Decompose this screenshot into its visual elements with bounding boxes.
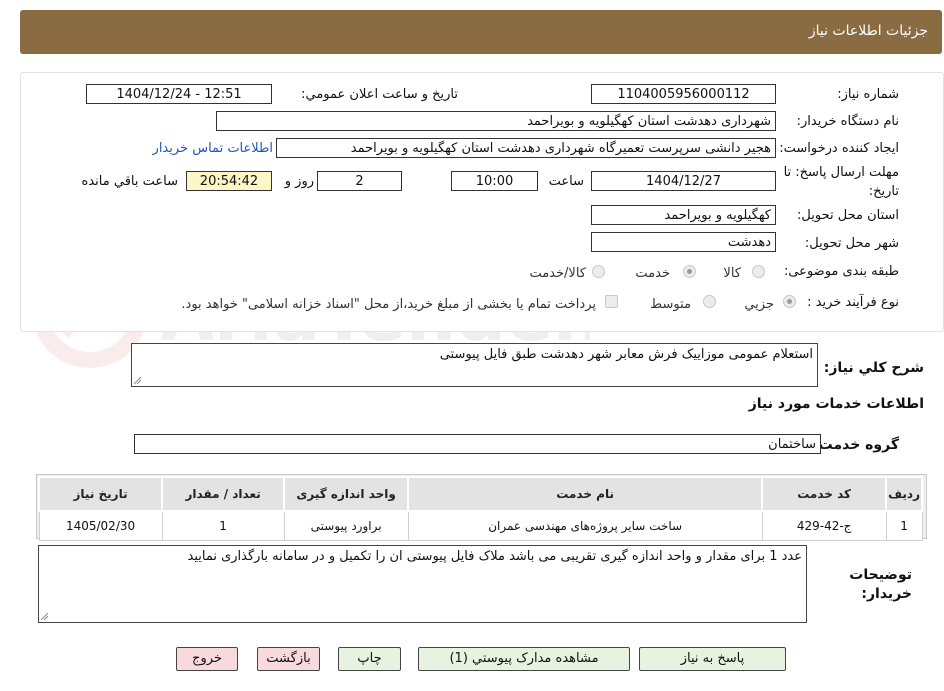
deadline-time-field: 10:00: [451, 171, 538, 191]
service-group-label: گروه خدمت:: [813, 437, 899, 453]
time-label: ساعت: [548, 174, 584, 189]
buyer-field: شهرداری دهدشت استان کهگیلویه و بویراحمد: [216, 111, 776, 131]
category-radio-goods[interactable]: [752, 265, 765, 278]
buyer-label: نام دستگاه خریدار:: [796, 114, 899, 129]
process-radio-minor[interactable]: [783, 295, 796, 308]
process-radio-medium[interactable]: [703, 295, 716, 308]
treasury-checkbox[interactable]: [605, 295, 618, 308]
services-table: ردیف کد خدمت نام خدمت واحد اندازه گیری ت…: [37, 476, 923, 541]
process-option-minor: جزيي: [744, 297, 774, 312]
cell-name: ساخت سایر پروژه‌های مهندسی عمران: [407, 510, 763, 541]
page-title: جزئیات اطلاعات نیاز: [808, 23, 928, 39]
service-group-field: ساختمان: [134, 434, 821, 454]
creator-label: ایجاد کننده درخواست:: [779, 141, 899, 156]
services-heading: اطلاعات خدمات مورد نیاز: [748, 396, 924, 412]
description-label: شرح کلي نیاز:: [823, 360, 924, 376]
city-label: شهر محل تحویل:: [804, 236, 899, 251]
cell-qty: 1: [161, 510, 285, 541]
cell-code: ج-42-429: [761, 510, 887, 541]
print-button[interactable]: چاپ: [338, 647, 401, 671]
process-option-medium: متوسط: [650, 297, 691, 312]
deadline-date-field: 1404/12/27: [591, 171, 776, 191]
description-textarea[interactable]: استعلام عمومی موزاییک فرش معابر شهر دهدش…: [131, 343, 818, 387]
announce-label: تاریخ و ساعت اعلان عمومي:: [301, 87, 458, 102]
resize-grip-icon[interactable]: [134, 377, 141, 384]
back-button[interactable]: بازگشت: [257, 647, 320, 671]
creator-field: هجیر دانشی سرپرست تعمیرگاه شهرداری دهدشت…: [276, 138, 776, 158]
page-header: جزئیات اطلاعات نیاز: [20, 10, 942, 54]
days-field: 2: [317, 171, 402, 191]
category-label: طبقه بندی موضوعی:: [783, 264, 899, 279]
th-unit: واحد اندازه گیری: [283, 476, 410, 512]
th-name: نام خدمت: [407, 476, 764, 512]
th-row: ردیف: [885, 476, 923, 512]
days-label: روز و: [284, 174, 314, 189]
deadline-label-2: تاریخ:: [868, 184, 899, 199]
th-date: تاریخ نیاز: [37, 476, 164, 512]
process-label: نوع فرآیند خرید :: [807, 295, 899, 310]
respond-button[interactable]: پاسخ به نیاز: [639, 647, 786, 671]
treasury-note: پرداخت تمام یا بخشی از مبلغ خرید،از محل …: [181, 297, 596, 312]
buyer-contact-link[interactable]: اطلاعات تماس خریدار: [153, 141, 273, 156]
need-number-field: 1104005956000112: [591, 84, 776, 104]
city-field: دهدشت: [591, 232, 776, 252]
province-label: استان محل تحویل:: [797, 208, 899, 223]
buyer-notes-text: عدد 1 برای مقدار و واحد اندازه گیری تقری…: [187, 549, 803, 564]
category-radio-service[interactable]: [683, 265, 696, 278]
category-radio-goods-service[interactable]: [592, 265, 605, 278]
attachments-button[interactable]: مشاهده مدارک پیوستي (1): [418, 647, 630, 671]
remaining-label: ساعت باقي مانده: [81, 174, 178, 189]
table-row: 1 ج-42-429 ساخت سایر پروژه‌های مهندسی عم…: [38, 510, 923, 541]
category-option-goods: کالا: [723, 266, 741, 281]
category-option-goods-service: کالا/خدمت: [529, 266, 586, 281]
table-header-row: ردیف کد خدمت نام خدمت واحد اندازه گیری ت…: [37, 476, 923, 512]
category-option-service: خدمت: [635, 266, 670, 281]
th-code: کد خدمت: [761, 476, 888, 512]
th-qty: تعداد / مقدار: [161, 476, 286, 512]
province-field: کهگیلویه و بویراحمد: [591, 205, 776, 225]
cell-date: 1405/02/30: [38, 510, 163, 541]
buyer-notes-label-2: خریدار:: [861, 586, 912, 602]
cell-row: 1: [885, 510, 923, 541]
exit-button[interactable]: خروج: [176, 647, 238, 671]
resize-grip-icon[interactable]: [41, 613, 48, 620]
buyer-notes-textarea[interactable]: عدد 1 برای مقدار و واحد اندازه گیری تقری…: [38, 545, 807, 623]
description-text: استعلام عمومی موزاییک فرش معابر شهر دهدش…: [439, 347, 813, 362]
buyer-notes-label: توضیحات: [849, 567, 912, 583]
cell-unit: براورد پیوستی: [283, 510, 409, 541]
need-number-label: شماره نیاز:: [837, 87, 899, 102]
announce-field: 1404/12/24 - 12:51: [86, 84, 272, 104]
deadline-label: مهلت ارسال پاسخ: تا: [783, 165, 899, 180]
remaining-time-field: 20:54:42: [186, 171, 272, 191]
